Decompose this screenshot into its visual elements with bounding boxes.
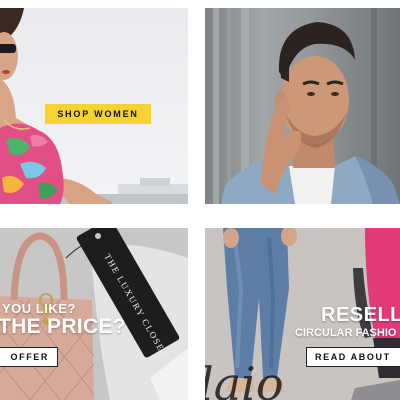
resell-headline: RESELL (321, 304, 400, 326)
offer-headline-line1: YOU LIKE? (2, 301, 76, 316)
shop-women-button[interactable]: SHOP WOMEN (45, 104, 151, 124)
resell-background-logo: laio (205, 357, 284, 400)
resell-tile[interactable]: laio RESELL CIRCULAR FASHIO READ ABOUT (205, 228, 400, 400)
make-offer-button[interactable]: OFFER (0, 347, 58, 367)
resell-subheadline: CIRCULAR FASHIO (295, 327, 397, 339)
make-offer-tile[interactable]: THE LUXURY CLOSET YOU LIKE? THE PRICE? O… (0, 228, 188, 400)
shop-men-tile[interactable] (205, 8, 400, 204)
read-about-button[interactable]: READ ABOUT (306, 347, 400, 367)
offer-headline-line2: THE PRICE? (0, 315, 126, 338)
men-model-image (205, 8, 400, 204)
promo-grid: SHOP WOMEN THE LUXURY CLOSET YOU LIKE? T… (0, 0, 400, 400)
shop-women-tile[interactable]: SHOP WOMEN (0, 8, 188, 204)
